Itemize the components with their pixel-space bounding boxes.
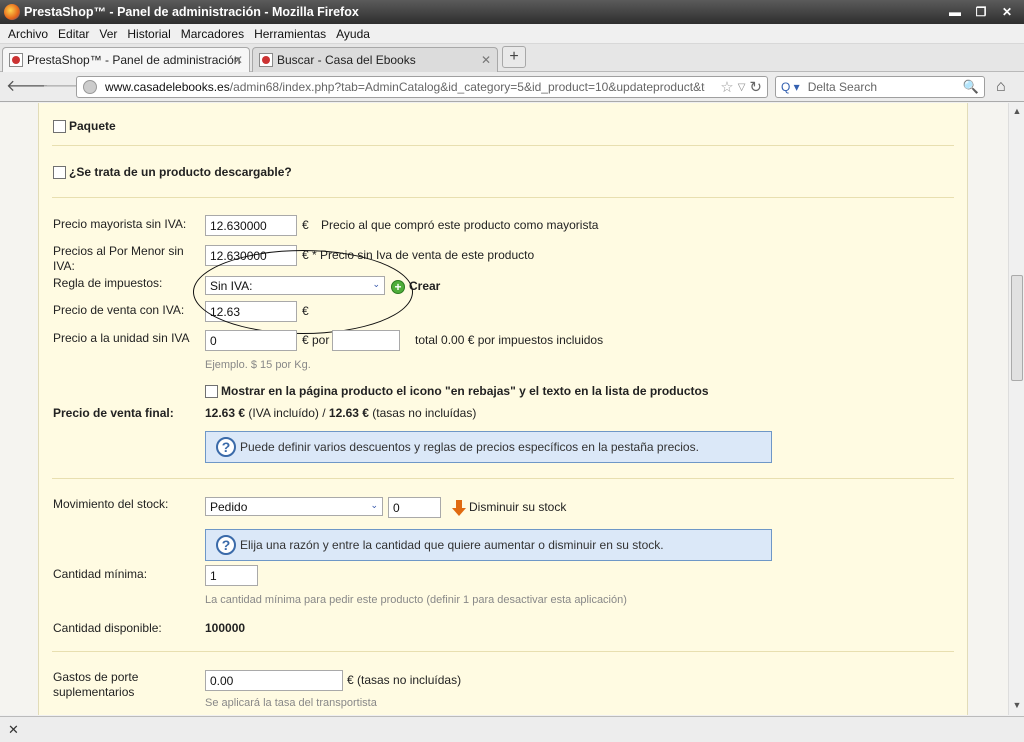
divider [52,145,954,146]
cantidad-disponible-value: 100000 [205,621,246,635]
home-icon[interactable]: ⌂ [996,78,1006,96]
stock-movement-select[interactable]: Pedido ⌄ [205,497,383,516]
gastos-porte-label-2: suplementarios [53,685,135,699]
precio-mayorista-desc: Precio al que compró este producto como … [321,218,599,232]
info-precios-text: Puede definir varios descuentos y reglas… [240,440,699,454]
decrease-arrow-icon [452,500,466,516]
close-tab-icon[interactable]: ✕ [481,53,491,67]
minimize-button[interactable]: ▬ [948,5,962,19]
stock-movement-value: Pedido [210,500,248,514]
precio-unidad-input[interactable]: 0 [205,330,297,351]
firefox-logo-icon [4,4,20,20]
euro-sign: € [302,218,309,232]
menu-archivo[interactable]: Archivo [8,27,48,41]
help-icon: ? [216,535,236,555]
precio-venta-iva-label: Precio de venta con IVA: [53,303,185,317]
new-tab-button[interactable]: + [502,46,526,68]
back-button[interactable]: 🡐 [6,77,49,97]
scroll-down-icon[interactable]: ▼ [1011,700,1023,712]
url-bar[interactable]: www.casadelebooks.es/admin68/index.php?t… [76,76,768,98]
unidad-total-text: total 0.00 € por impuestos incluidos [415,333,604,347]
bookmark-star-icon[interactable]: ☆ [720,78,733,96]
forward-button[interactable]: 🡒 [42,77,85,97]
page-viewport: Paquete ¿Se trata de un producto descarg… [0,103,1008,715]
ebooks-favicon-icon [259,53,273,67]
chevron-down-icon: ⌄ [370,500,378,510]
menu-bar: Archivo Editar Ver Historial Marcadores … [0,24,1024,44]
scroll-up-icon[interactable]: ▲ [1011,106,1023,118]
close-tab-icon[interactable]: ✕ [233,53,243,67]
window-controls: ▬ ❐ ✕ [948,5,1014,19]
divider [52,651,954,652]
help-icon: ? [216,437,236,457]
scroll-thumb[interactable] [1011,275,1023,381]
window-title: PrestaShop™ - Panel de administración - … [24,5,359,19]
precio-final-value: 12.63 € (IVA incluído) / 12.63 € (tasas … [205,406,477,420]
search-bar[interactable]: Q ▾ Delta Search 🔍 [775,76,985,98]
tab-buscar[interactable]: Buscar - Casa del Ebooks ✕ [252,47,498,72]
prestashop-favicon-icon [9,53,23,67]
info-stock-text: Elija una razón y entre la cantidad que … [240,538,664,552]
window-titlebar: PrestaShop™ - Panel de administración - … [0,0,1024,24]
history-dropdown-icon[interactable]: ▽ [738,82,746,93]
euro-por-label: € por [302,333,330,347]
search-input[interactable]: Delta Search [808,80,877,94]
precio-mayorista-label: Precio mayorista sin IVA: [53,217,187,231]
cantidad-minima-label: Cantidad mínima: [53,567,148,581]
tab-label: PrestaShop™ - Panel de administración [27,53,241,67]
site-identity-icon[interactable] [83,80,97,94]
search-icon[interactable]: 🔍 [963,79,979,95]
rebajas-checkbox[interactable] [205,385,218,398]
info-stock-box: ? Elija una razón y entre la cantidad qu… [205,529,772,561]
precio-mayorista-input[interactable]: 12.630000 [205,215,297,236]
maximize-button[interactable]: ❐ [974,5,988,19]
cantidad-minima-hint: La cantidad mínima para pedir este produ… [205,594,627,606]
menu-marcadores[interactable]: Marcadores [181,27,244,41]
gastos-porte-suffix: € (tasas no incluídas) [347,673,462,687]
tab-label: Buscar - Casa del Ebooks [277,53,416,67]
close-addon-bar-icon[interactable]: ✕ [8,722,19,738]
gastos-porte-hint: Se aplicará la tasa del transportista [205,697,377,709]
cantidad-disponible-label: Cantidad disponible: [53,621,162,635]
page-scrollbar[interactable]: ▲ ▼ [1008,103,1024,715]
menu-historial[interactable]: Historial [127,27,170,41]
reload-icon[interactable]: ↻ [749,78,762,96]
menu-editar[interactable]: Editar [58,27,89,41]
search-engine-icon[interactable]: Q ▾ [781,80,800,94]
product-form-panel [38,103,968,715]
info-precios-box: ? Puede definir varios descuentos y regl… [205,431,772,463]
menu-ayuda[interactable]: Ayuda [336,27,370,41]
descargable-checkbox[interactable] [53,166,66,179]
unidad-input[interactable] [332,330,400,351]
gastos-porte-label: Gastos de porte [53,670,139,684]
gastos-porte-input[interactable]: 0.00 [205,670,343,691]
unidad-hint: Ejemplo. $ 15 por Kg. [205,359,311,371]
close-window-button[interactable]: ✕ [1000,5,1014,19]
stock-action-label: Disminuir su stock [469,500,567,514]
annotation-ellipse [193,250,413,334]
paquete-label: Paquete [69,119,116,133]
rebajas-label: Mostrar en la página producto el icono "… [221,384,709,398]
precio-menor-label: Precios al Por Menor sin IVA: [53,244,184,273]
status-bar: ✕ [0,716,1024,742]
cantidad-minima-input[interactable]: 1 [205,565,258,586]
tab-prestashop[interactable]: PrestaShop™ - Panel de administración ✕ [2,47,250,72]
navigation-bar: 🡐 🡒 www.casadelebooks.es/admin68/index.p… [0,72,1024,102]
precio-final-label: Precio de venta final: [53,406,174,420]
regla-impuestos-label: Regla de impuestos: [53,276,163,290]
paquete-checkbox[interactable] [53,120,66,133]
menu-ver[interactable]: Ver [99,27,117,41]
precio-unidad-label: Precio a la unidad sin IVA [53,331,190,345]
stock-movement-label: Movimiento del stock: [53,497,169,511]
divider [52,478,954,479]
menu-herramientas[interactable]: Herramientas [254,27,326,41]
stock-quantity-input[interactable]: 0 [388,497,441,518]
crear-link[interactable]: Crear [409,279,440,293]
descargable-label: ¿Se trata de un producto descargable? [69,165,292,179]
url-text[interactable]: www.casadelebooks.es/admin68/index.php?t… [105,80,705,94]
divider [52,197,954,198]
